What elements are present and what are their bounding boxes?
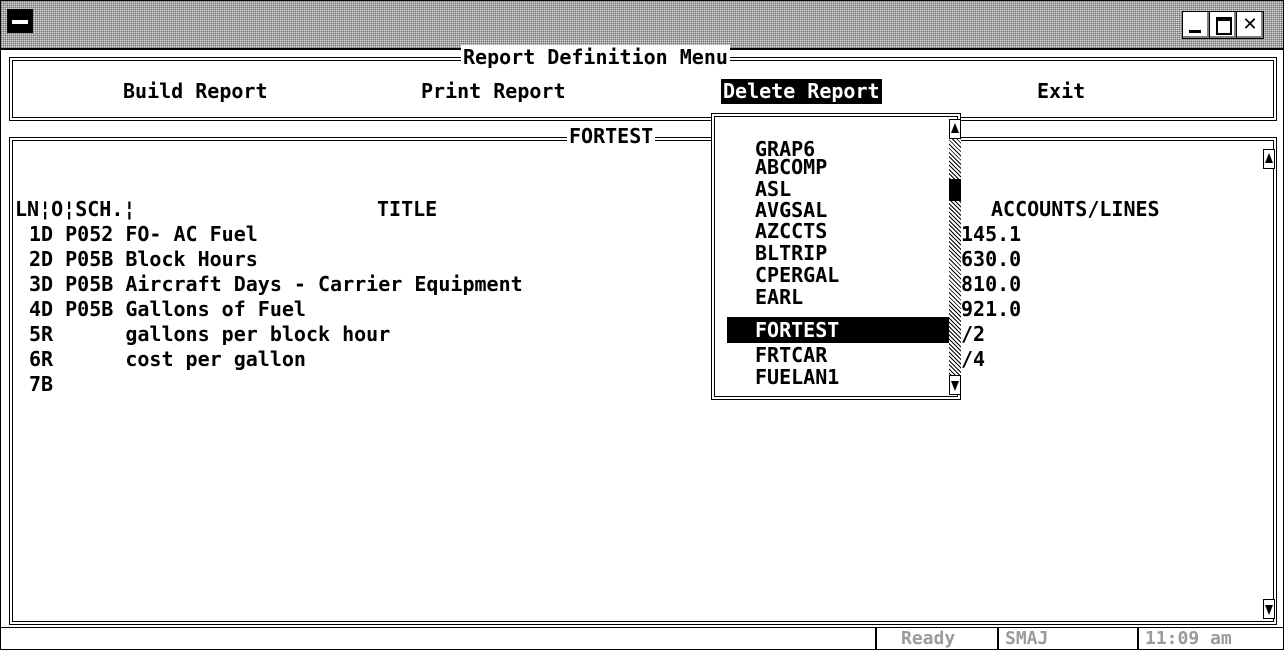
scroll-up-arrow-icon[interactable] bbox=[1263, 149, 1275, 169]
dropdown-scroll-down-icon[interactable] bbox=[949, 375, 961, 395]
status-bar: Ready SMAJ 11:09 am bbox=[1, 627, 1283, 650]
report-line[interactable]: 4D P05B Gallons of Fuel bbox=[29, 297, 306, 322]
column-header-title: TITLE bbox=[377, 197, 438, 221]
report-list-item-selected[interactable]: FORTEST bbox=[755, 318, 839, 343]
account-value: 145.1 bbox=[961, 222, 1022, 246]
status-time: 11:09 am bbox=[1145, 628, 1232, 649]
status-ready: Ready bbox=[901, 628, 956, 649]
status-separator bbox=[1137, 628, 1139, 650]
report-line[interactable]: 3D P05B Aircraft Days - Carrier Equipmen… bbox=[29, 272, 523, 297]
maximize-icon bbox=[1210, 12, 1236, 38]
account-value: /2 bbox=[961, 322, 986, 346]
dropdown-scroll-up-icon[interactable] bbox=[949, 119, 961, 139]
report-list-item[interactable]: EARL bbox=[755, 285, 803, 310]
account-value: /4 bbox=[961, 347, 986, 371]
close-icon: ✕ bbox=[1242, 14, 1258, 35]
account-value: 921.0 bbox=[961, 297, 1022, 321]
column-header-ln-o-sch: LN¦O¦SCH.¦ bbox=[15, 197, 136, 221]
build-report-menu-item[interactable]: Build Report bbox=[123, 79, 268, 104]
dropdown-scrollbar[interactable] bbox=[949, 119, 961, 395]
account-value: 630.0 bbox=[961, 247, 1022, 271]
report-list-dropdown[interactable]: GRAP6 ABCOMP ASL AVGSAL AZCCTS BLTRIP CP… bbox=[711, 113, 961, 400]
maximize-button[interactable] bbox=[1209, 11, 1237, 39]
account-value: 810.0 bbox=[961, 272, 1022, 296]
scroll-down-arrow-icon[interactable] bbox=[1263, 599, 1275, 619]
delete-report-menu-item[interactable]: Delete Report bbox=[721, 79, 882, 104]
exit-menu-item[interactable]: Exit bbox=[1037, 79, 1085, 104]
report-line[interactable]: 1D P052 FO- AC Fuel bbox=[29, 222, 258, 247]
minimize-button[interactable] bbox=[1182, 11, 1210, 39]
dropdown-scroll-thumb[interactable] bbox=[949, 179, 961, 201]
report-line[interactable]: 2D P05B Block Hours bbox=[29, 247, 258, 272]
print-report-menu-item[interactable]: Print Report bbox=[421, 79, 566, 104]
close-button[interactable]: ✕ bbox=[1236, 11, 1264, 39]
report-title: FORTEST bbox=[567, 124, 656, 149]
report-line[interactable]: 6R cost per gallon bbox=[29, 347, 306, 372]
status-user: SMAJ bbox=[1005, 628, 1049, 649]
report-line[interactable]: 5R gallons per block hour bbox=[29, 322, 390, 347]
system-menu-icon[interactable] bbox=[7, 9, 33, 33]
application-window: ✕ Report Definition Menu Build Report Pr… bbox=[0, 0, 1284, 650]
title-bar[interactable]: ✕ bbox=[1, 1, 1283, 50]
column-header-accounts: ACCOUNTS/LINES bbox=[991, 197, 1160, 221]
report-list-item[interactable]: FUELAN1 bbox=[755, 365, 839, 390]
menu-title: Report Definition Menu bbox=[461, 45, 730, 70]
report-scrollbar[interactable] bbox=[1263, 149, 1275, 619]
status-separator bbox=[875, 628, 877, 650]
minimize-icon bbox=[1183, 12, 1209, 38]
report-line[interactable]: 7B bbox=[29, 372, 53, 397]
status-separator bbox=[997, 628, 999, 650]
